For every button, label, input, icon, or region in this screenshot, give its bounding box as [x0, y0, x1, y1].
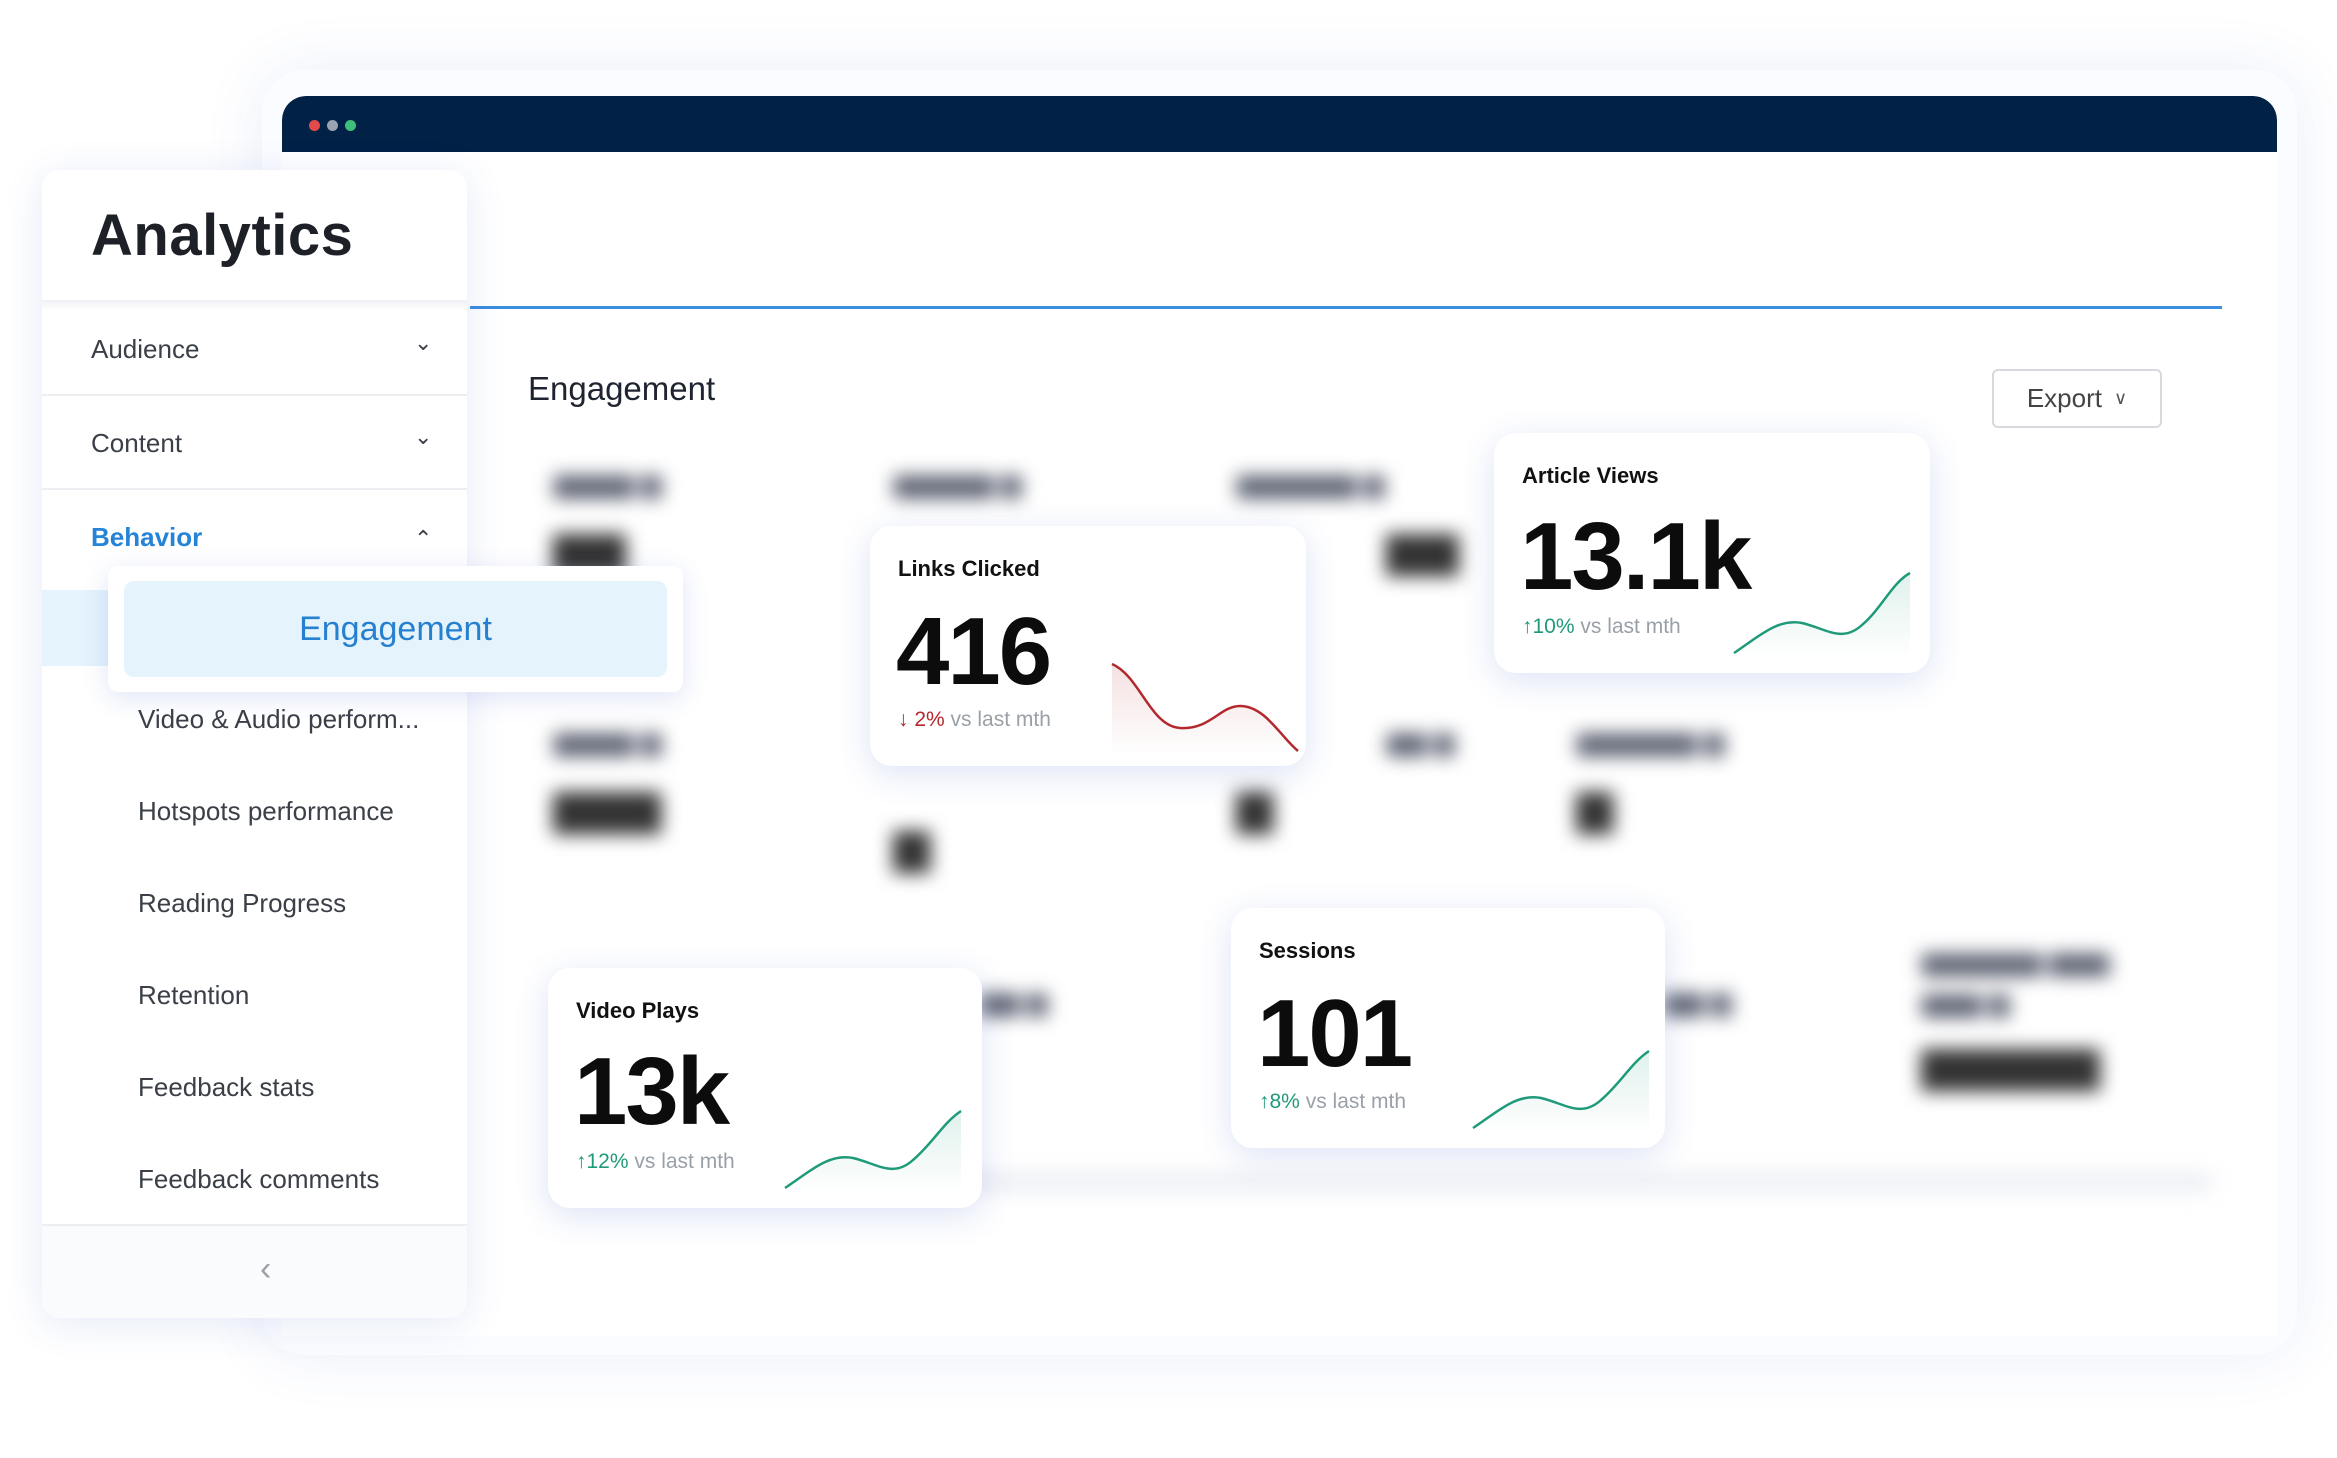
chevron-down-icon: ⌄ [414, 330, 433, 355]
tab-underline [470, 306, 2222, 309]
arrow-down-icon: ↓ [898, 708, 909, 731]
sidebar-footer: ‹ [42, 1224, 467, 1318]
sidebar-title: Analytics [91, 203, 354, 268]
change-percent: 2% [914, 708, 945, 731]
sidebar-group-content[interactable]: Content ⌄ [42, 398, 467, 490]
article-views-card[interactable]: Article Views 13.1k ↑10% vs last mth [1494, 433, 1930, 673]
chevron-left-icon[interactable]: ‹ [260, 1250, 271, 1289]
arrow-up-icon: ↑ [576, 1150, 587, 1173]
change-suffix: vs last mth [1305, 1090, 1407, 1113]
card-title: Video Plays [576, 998, 700, 1023]
sparkline-up [1472, 1049, 1650, 1133]
sidebar-group-label: Audience [91, 334, 200, 364]
change-suffix: vs last mth [1580, 615, 1681, 638]
links-clicked-card[interactable]: Links Clicked 416 ↓ 2% vs last mth [870, 526, 1306, 766]
close-window-dot[interactable] [309, 120, 320, 131]
sessions-card[interactable]: Sessions 101 ↑8% vs last mth [1231, 908, 1665, 1148]
sidebar-item-video-audio[interactable]: Video & Audio perform... [138, 704, 419, 735]
blurred-stat: ▆▆ ▆ [1664, 986, 1732, 1016]
change-percent: 8% [1269, 1090, 1300, 1113]
selected-item-highlight [42, 590, 112, 666]
card-title: Article Views [1522, 463, 1659, 488]
sparkline-down [1111, 662, 1299, 756]
sidebar-group-label: Content [91, 428, 183, 458]
blurred-stat: ▆▆▆▆▆ ▆ [894, 468, 1022, 498]
card-change: ↑12% vs last mth [576, 1150, 735, 1174]
card-change: ↑10% vs last mth [1522, 615, 1681, 639]
blurred-stat: ▆▆▆▆▆▆ ▆ ▆ [1577, 726, 1725, 832]
blurred-stat: ▆▆▆▆ ▆ ▆▆▆ [554, 726, 662, 832]
card-value: 416 [896, 598, 1052, 705]
card-value: 13k [574, 1038, 730, 1145]
video-plays-card[interactable]: Video Plays 13k ↑12% vs last mth [548, 968, 982, 1208]
sidebar-item-feedback-stats[interactable]: Feedback stats [138, 1072, 314, 1103]
change-percent: 10% [1532, 615, 1575, 638]
change-suffix: vs last mth [950, 708, 1051, 731]
change-percent: 12% [586, 1150, 629, 1173]
card-title: Links Clicked [898, 556, 1040, 581]
sidebar-group-audience[interactable]: Audience ⌄ [42, 304, 467, 396]
change-suffix: vs last mth [634, 1150, 735, 1173]
chevron-up-icon: ⌃ [414, 526, 433, 551]
sidebar-item-reading-progress[interactable]: Reading Progress [138, 888, 346, 919]
sidebar: Analytics Audience ⌄ Content ⌄ Behavior … [42, 170, 467, 1318]
sidebar-item-engagement[interactable]: Engagement [124, 581, 667, 677]
sparkline-up [1733, 571, 1911, 658]
sidebar-group-label: Behavior [91, 522, 203, 552]
blurred-stat: ▆▆▆▆ ▆ ▆▆ [554, 468, 662, 574]
sparkline-up [784, 1109, 962, 1193]
export-button-label: Export [2026, 383, 2102, 413]
maximize-window-dot[interactable] [345, 120, 356, 131]
window-titlebar [282, 96, 2277, 152]
blurred-stat: ▆ [894, 819, 930, 871]
minimize-window-dot[interactable] [327, 120, 338, 131]
export-button[interactable]: Export ∨ [1992, 369, 2162, 428]
sidebar-item-retention[interactable]: Retention [138, 980, 249, 1011]
chevron-down-icon: ∨ [2113, 388, 2128, 408]
selected-item-popout: Engagement [108, 566, 683, 692]
blurred-stat: ▆▆ ▆ [980, 986, 1048, 1016]
card-change: ↓ 2% vs last mth [898, 708, 1051, 732]
chevron-down-icon: ⌄ [414, 424, 433, 449]
card-value: 13.1k [1520, 503, 1752, 610]
arrow-up-icon: ↑ [1259, 1090, 1270, 1113]
blurred-stat: ▆▆▆▆▆▆ ▆▆▆ ▆▆▆ ▆ ▆▆▆▆▆ [1922, 946, 2110, 1089]
card-value: 101 [1257, 980, 1413, 1087]
card-change: ↑8% vs last mth [1259, 1090, 1406, 1114]
sidebar-item-feedback-comments[interactable]: Feedback comments [138, 1164, 379, 1195]
card-title: Sessions [1259, 938, 1356, 963]
sidebar-item-hotspots[interactable]: Hotspots performance [138, 796, 394, 827]
page-title: Engagement [528, 370, 716, 407]
arrow-up-icon: ↑ [1522, 615, 1533, 638]
